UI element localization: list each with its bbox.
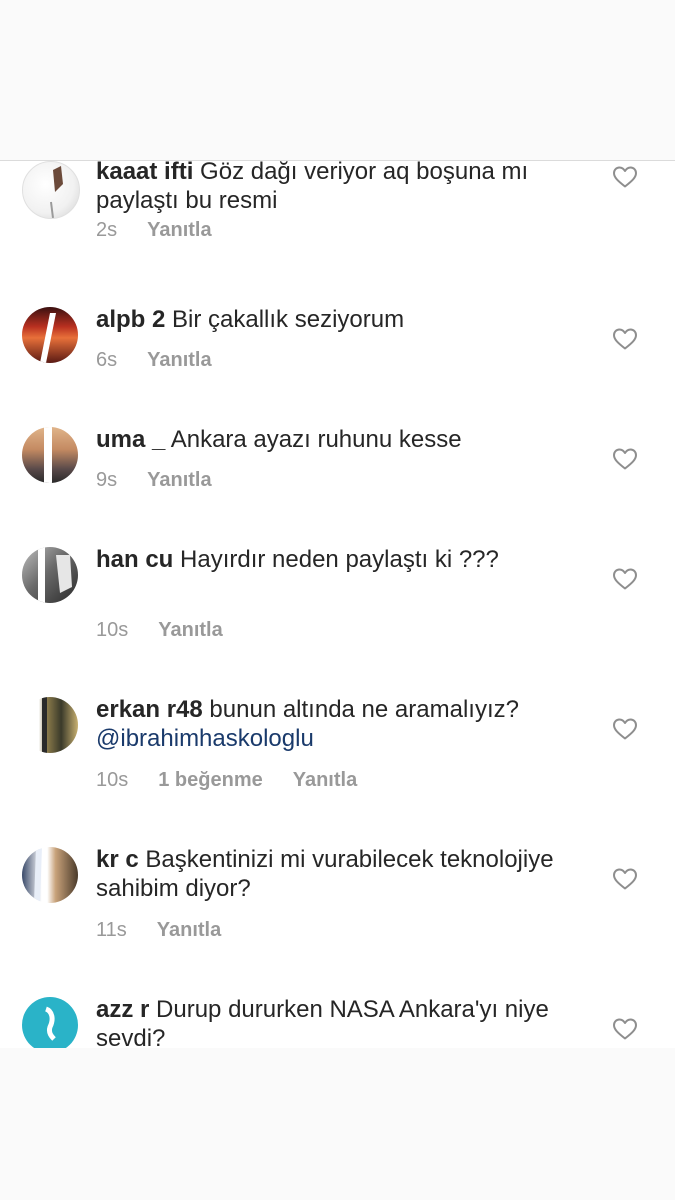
comment-meta: 9s Yanıtla [96, 469, 212, 492]
avatar[interactable] [22, 547, 78, 603]
avatar-image [50, 166, 63, 218]
comment-username[interactable]: azz r [96, 996, 149, 1023]
comment-meta: 10s Yanıtla [96, 619, 223, 642]
reply-button[interactable]: Yanıtla [293, 769, 357, 792]
comment-text: kaaat ifti Göz dağı veriyor aq boşuna mı… [96, 161, 576, 215]
avatar[interactable] [22, 997, 78, 1049]
reply-button[interactable]: Yanıtla [147, 469, 211, 492]
avatar-image [40, 313, 56, 363]
comment-time: 2s [96, 219, 118, 241]
comment-text: kr c Başkentinizi mi vurabilecek teknolo… [96, 845, 576, 903]
avatar-image [38, 547, 72, 603]
comment-username[interactable]: kr c [96, 846, 139, 873]
reply-button[interactable]: Yanıtla [157, 919, 221, 942]
comment-meta: 2s Yanıtla [96, 219, 212, 242]
comment-username[interactable]: alpb 2 [96, 306, 165, 333]
comment-text: erkan r48 bunun altında ne aramalıyız? @… [96, 695, 576, 753]
avatar-image [44, 427, 52, 483]
comment-time: 10s [96, 769, 129, 791]
comment-list[interactable]: kaaat ifti Göz dağı veriyor aq boşuna mı… [0, 160, 675, 1049]
heart-icon[interactable] [612, 717, 638, 741]
avatar-image [44, 1006, 56, 1041]
avatar[interactable] [22, 427, 78, 483]
comment-username[interactable]: uma _ [96, 426, 165, 453]
likes-count[interactable]: 1 beğenme [158, 769, 262, 792]
comment-username[interactable]: erkan r48 [96, 696, 203, 723]
comment-time: 10s [96, 619, 129, 641]
comment-body: Durup dururken NASA Ankara'yı niye sevdi… [96, 996, 549, 1049]
bottom-empty-area [0, 1048, 675, 1200]
heart-icon[interactable] [612, 567, 638, 591]
avatar[interactable] [22, 307, 78, 363]
heart-icon[interactable] [612, 1017, 638, 1041]
comment-text: alpb 2 Bir çakallık seziyorum [96, 305, 576, 334]
heart-icon[interactable] [612, 867, 638, 891]
comment-username[interactable]: han cu [96, 546, 173, 573]
avatar[interactable] [22, 161, 80, 219]
reply-button[interactable]: Yanıtla [147, 349, 211, 372]
comment-body: bunun altında ne aramalıyız? [209, 696, 519, 723]
avatar[interactable] [22, 847, 78, 903]
reply-button[interactable]: Yanıtla [158, 619, 222, 642]
comment-username[interactable]: kaaat ifti [96, 161, 193, 185]
comment-body: Bir çakallık seziyorum [172, 306, 405, 333]
comment-meta: 11s Yanıtla [96, 919, 221, 942]
avatar[interactable] [22, 697, 78, 753]
comment-body: Başkentinizi mi vurabilecek teknolojiye … [96, 846, 554, 902]
comment-body: Hayırdır neden paylaştı ki ??? [180, 546, 499, 573]
comment-time: 11s [96, 919, 127, 941]
top-empty-area [0, 0, 675, 160]
heart-icon[interactable] [612, 165, 638, 189]
heart-icon[interactable] [612, 327, 638, 351]
comment-text: han cu Hayırdır neden paylaştı ki ??? [96, 545, 576, 574]
comment-time: 9s [96, 469, 118, 491]
avatar-image [34, 847, 42, 903]
avatar-image [42, 697, 47, 753]
comment-meta: 10s 1 beğenme Yanıtla [96, 769, 357, 792]
comment-time: 6s [96, 349, 118, 371]
reply-button[interactable]: Yanıtla [147, 219, 211, 242]
comment-text: azz r Durup dururken NASA Ankara'yı niye… [96, 995, 576, 1049]
mention-link[interactable]: @ibrahimhaskologlu [96, 725, 314, 752]
comment-body: Ankara ayazı ruhunu kesse [170, 426, 462, 453]
comment-text: uma _ Ankara ayazı ruhunu kesse [96, 425, 576, 454]
heart-icon[interactable] [612, 447, 638, 471]
comment-meta: 6s Yanıtla [96, 349, 212, 372]
